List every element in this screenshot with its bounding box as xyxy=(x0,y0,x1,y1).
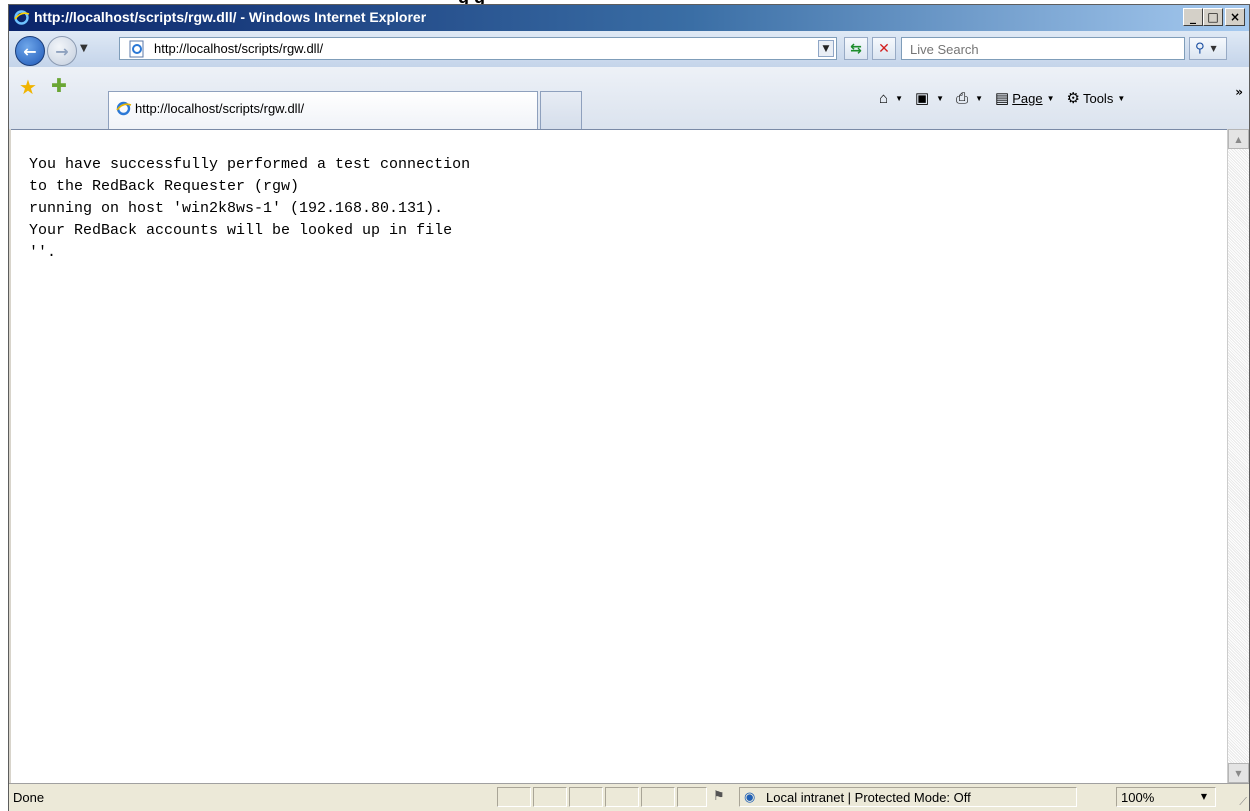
navigation-bar: ← → ▼ http://localhost/scripts/rgw.dll/ … xyxy=(9,31,1249,67)
address-text[interactable]: http://localhost/scripts/rgw.dll/ xyxy=(154,41,323,56)
feeds-button[interactable]: ▣ ▼ xyxy=(915,89,944,107)
tools-menu-label: Tools xyxy=(1082,90,1114,106)
connection-message: You have successfully performed a test c… xyxy=(29,154,470,264)
address-bar[interactable]: http://localhost/scripts/rgw.dll/ ▼ xyxy=(119,37,837,60)
feeds-icon: ▣ xyxy=(914,90,930,107)
security-zone-text: Local intranet | Protected Mode: Off xyxy=(766,790,971,805)
status-text: Done xyxy=(13,790,45,805)
forward-button[interactable]: → xyxy=(47,36,77,66)
scroll-up-button[interactable]: ▲ xyxy=(1228,129,1249,149)
print-button[interactable]: ⎙ ▼ xyxy=(956,90,983,107)
command-items: ⌂ ▼ ▣ ▼ ⎙ ▼ ▤ Page ▼ ⚙ Tools ▼ xyxy=(879,89,1137,108)
ie-logo-icon xyxy=(14,10,30,25)
page-dropdown-icon: ▼ xyxy=(1046,93,1055,103)
message-line: Your RedBack accounts will be looked up … xyxy=(29,222,453,239)
status-panel xyxy=(533,787,567,807)
message-line: to the RedBack Requester (rgw) xyxy=(29,178,300,195)
refresh-button[interactable]: ⇆ xyxy=(844,37,868,60)
status-panel xyxy=(569,787,603,807)
maximize-button[interactable]: □ xyxy=(1203,8,1223,26)
security-zone[interactable]: ◉ Local intranet | Protected Mode: Off xyxy=(739,787,1077,807)
home-icon: ⌂ xyxy=(879,89,889,107)
local-intranet-icon: ◉ xyxy=(744,790,756,805)
search-icon: ⚲ xyxy=(1195,41,1205,56)
close-button[interactable]: × xyxy=(1225,8,1245,26)
home-dropdown-icon[interactable]: ▼ xyxy=(895,94,903,103)
gear-icon: ⚙ xyxy=(1066,90,1080,107)
window-title: http://localhost/scripts/rgw.dll/ - Wind… xyxy=(34,9,427,25)
message-line: ''. xyxy=(29,244,57,261)
page-content: You have successfully performed a test c… xyxy=(11,129,1227,783)
page-menu-icon: ▤ xyxy=(995,90,1010,107)
popup-blocker-icon[interactable]: ⚑ xyxy=(713,789,725,804)
search-options-dropdown-icon[interactable]: ▼ xyxy=(1211,44,1217,53)
message-line: You have successfully performed a test c… xyxy=(29,156,471,173)
title-bar[interactable]: http://localhost/scripts/rgw.dll/ - Wind… xyxy=(9,5,1249,31)
tools-dropdown-icon: ▼ xyxy=(1117,93,1126,103)
ie-page-icon xyxy=(116,101,132,116)
tab-current[interactable]: http://localhost/scripts/rgw.dll/ xyxy=(108,91,538,129)
command-bar: ★ ✚ http://localhost/scripts/rgw.dll/ ⌂ … xyxy=(9,67,1249,129)
browser-window: http://localhost/scripts/rgw.dll/ - Wind… xyxy=(8,4,1250,811)
caption-buttons: _ □ × xyxy=(1183,8,1245,26)
search-box[interactable] xyxy=(901,37,1185,60)
zoom-text: 100% xyxy=(1121,790,1155,805)
home-button[interactable]: ⌂ ▼ xyxy=(879,90,903,107)
status-panel xyxy=(605,787,639,807)
new-tab-button[interactable] xyxy=(540,91,582,129)
feeds-dropdown-icon[interactable]: ▼ xyxy=(936,94,944,103)
more-commands-icon[interactable]: » xyxy=(1235,85,1243,99)
stop-button[interactable]: ✕ xyxy=(872,37,896,60)
message-line: running on host 'win2k8ws-1' (192.168.80… xyxy=(29,200,444,217)
print-dropdown-icon[interactable]: ▼ xyxy=(975,94,983,103)
status-panel xyxy=(641,787,675,807)
tools-menu[interactable]: ⚙ Tools ▼ xyxy=(1067,89,1126,107)
add-to-favorites-icon[interactable]: ✚ xyxy=(51,75,67,97)
vertical-scrollbar[interactable]: ▲ ▼ xyxy=(1227,129,1249,783)
resize-grip-icon[interactable]: ⟋ xyxy=(1239,795,1247,809)
scroll-down-button[interactable]: ▼ xyxy=(1228,763,1249,783)
page-icon xyxy=(129,40,144,58)
print-icon: ⎙ xyxy=(956,89,969,107)
search-input[interactable] xyxy=(908,39,1182,60)
tab-title: http://localhost/scripts/rgw.dll/ xyxy=(135,101,305,116)
zoom-dropdown-icon[interactable]: ▼ xyxy=(1201,792,1207,801)
page-menu-label: Page xyxy=(1012,90,1043,106)
favorites-center-icon[interactable]: ★ xyxy=(19,75,37,99)
page-menu[interactable]: ▤ Page ▼ xyxy=(995,89,1054,107)
back-button[interactable]: ← xyxy=(15,36,45,66)
status-panel xyxy=(497,787,531,807)
zoom-level[interactable]: 100% ▼ xyxy=(1116,787,1216,807)
address-dropdown-icon[interactable]: ▼ xyxy=(818,40,834,57)
minimize-button[interactable]: _ xyxy=(1183,8,1203,26)
recent-pages-dropdown-icon[interactable]: ▼ xyxy=(80,43,88,54)
search-button[interactable]: ⚲ ▼ xyxy=(1189,37,1227,60)
status-bar: Done ⚑ ◉ Local intranet | Protected Mode… xyxy=(9,783,1249,811)
status-panel xyxy=(677,787,707,807)
